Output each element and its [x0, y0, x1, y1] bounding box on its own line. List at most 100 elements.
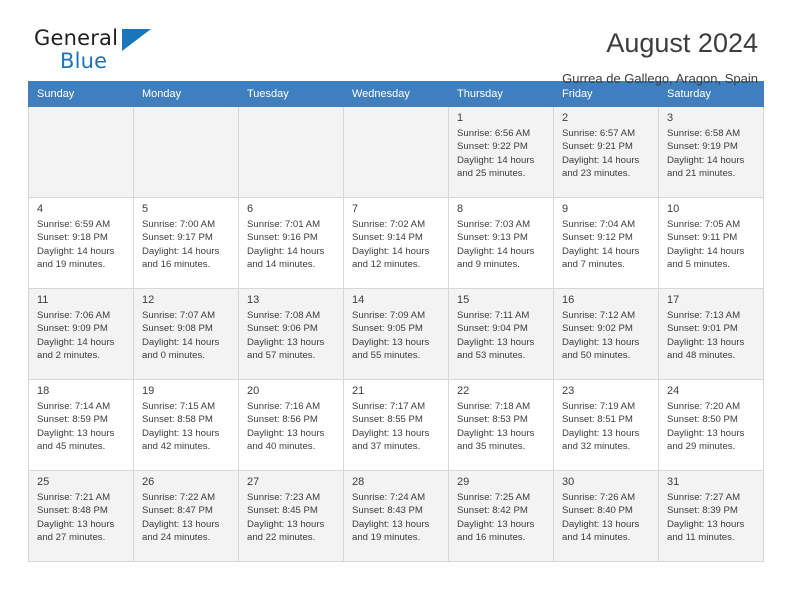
- day-detail-line: and 57 minutes.: [247, 350, 316, 362]
- day-detail-line: and 7 minutes.: [562, 259, 625, 271]
- day-cell-content: 16 Sunrise: 7:12 AM Sunset: 9:02 PM Dayligh…: [554, 289, 658, 379]
- day-detail-line: and 25 minutes.: [457, 168, 526, 180]
- calendar-day-cell[interactable]: 29 Sunrise: 7:25 AM Sunset: 8:42 PM Dayligh…: [448, 470, 554, 562]
- calendar-day-cell[interactable]: 19 Sunrise: 7:15 AM Sunset: 8:58 PM Dayligh…: [133, 379, 239, 471]
- day-sun-details: Sunrise: 7:23 AM Sunset: 8:45 PM Daylight:…: [247, 491, 336, 545]
- day-sun-details: Sunrise: 7:24 AM Sunset: 8:43 PM Daylight:…: [352, 491, 441, 545]
- weekday-header-tuesday: Tuesday: [238, 81, 344, 107]
- calendar-day-cell[interactable]: 22 Sunrise: 7:18 AM Sunset: 8:53 PM Dayligh…: [448, 379, 554, 471]
- day-sun-details: Sunrise: 7:15 AM Sunset: 8:58 PM Daylight:…: [142, 400, 231, 454]
- day-detail-line: Sunset: 8:59 PM: [37, 414, 108, 426]
- calendar-day-cell[interactable]: 18 Sunrise: 7:14 AM Sunset: 8:59 PM Dayligh…: [28, 379, 134, 471]
- day-detail-line: Daylight: 14 hours: [457, 154, 535, 166]
- day-detail-line: Sunset: 9:04 PM: [457, 323, 528, 335]
- calendar-day-cell[interactable]: 13 Sunrise: 7:08 AM Sunset: 9:06 PM Dayligh…: [238, 288, 344, 380]
- day-number: 15: [457, 294, 470, 306]
- day-sun-details: Sunrise: 7:26 AM Sunset: 8:40 PM Daylight:…: [562, 491, 651, 545]
- calendar-week-row: 18 Sunrise: 7:14 AM Sunset: 8:59 PM Dayligh…: [28, 379, 764, 471]
- day-detail-line: and 35 minutes.: [457, 441, 526, 453]
- calendar-day-cell[interactable]: 16 Sunrise: 7:12 AM Sunset: 9:02 PM Dayligh…: [553, 288, 659, 380]
- calendar-day-cell[interactable]: 26 Sunrise: 7:22 AM Sunset: 8:47 PM Dayligh…: [133, 470, 239, 562]
- calendar-day-cell[interactable]: 1 Sunrise: 6:56 AM Sunset: 9:22 PM Daylight…: [448, 106, 554, 198]
- day-number: 12: [142, 294, 155, 306]
- day-sun-details: Sunrise: 7:25 AM Sunset: 8:42 PM Daylight:…: [457, 491, 546, 545]
- calendar-day-cell[interactable]: 21 Sunrise: 7:17 AM Sunset: 8:55 PM Dayligh…: [343, 379, 449, 471]
- day-number: 8: [457, 203, 464, 215]
- day-detail-line: and 5 minutes.: [667, 259, 730, 271]
- page-header: General Blue August 2024 Gurrea de Galle…: [28, 0, 764, 86]
- day-cell-content: 25 Sunrise: 7:21 AM Sunset: 8:48 PM Dayligh…: [29, 471, 133, 561]
- day-sun-details: Sunrise: 7:13 AM Sunset: 9:01 PM Daylight:…: [667, 309, 756, 363]
- calendar-day-cell[interactable]: 7 Sunrise: 7:02 AM Sunset: 9:14 PM Daylight…: [343, 197, 449, 289]
- day-cell-content: 30 Sunrise: 7:26 AM Sunset: 8:40 PM Dayligh…: [554, 471, 658, 561]
- day-detail-line: and 23 minutes.: [562, 168, 631, 180]
- calendar-day-cell[interactable]: 11 Sunrise: 7:06 AM Sunset: 9:09 PM Dayligh…: [28, 288, 134, 380]
- day-number: 27: [247, 476, 260, 488]
- day-detail-line: Daylight: 14 hours: [667, 154, 745, 166]
- day-detail-line: Daylight: 14 hours: [142, 336, 220, 348]
- day-cell-content: 12 Sunrise: 7:07 AM Sunset: 9:08 PM Dayligh…: [134, 289, 238, 379]
- calendar-day-cell[interactable]: 27 Sunrise: 7:23 AM Sunset: 8:45 PM Dayligh…: [238, 470, 344, 562]
- day-cell-content: 29 Sunrise: 7:25 AM Sunset: 8:42 PM Dayligh…: [449, 471, 553, 561]
- day-cell-content: 18 Sunrise: 7:14 AM Sunset: 8:59 PM Dayligh…: [29, 380, 133, 470]
- day-sun-details: Sunrise: 7:20 AM Sunset: 8:50 PM Daylight:…: [667, 400, 756, 454]
- weekday-header-sunday: Sunday: [28, 81, 134, 107]
- calendar-day-cell[interactable]: 14 Sunrise: 7:09 AM Sunset: 9:05 PM Dayligh…: [343, 288, 449, 380]
- day-detail-line: and 24 minutes.: [142, 532, 211, 544]
- calendar-day-cell[interactable]: 3 Sunrise: 6:58 AM Sunset: 9:19 PM Daylight…: [658, 106, 764, 198]
- day-detail-line: Sunset: 9:12 PM: [562, 232, 633, 244]
- calendar-day-cell[interactable]: 23 Sunrise: 7:19 AM Sunset: 8:51 PM Dayligh…: [553, 379, 659, 471]
- day-number: 30: [562, 476, 575, 488]
- day-cell-content: 6 Sunrise: 7:01 AM Sunset: 9:16 PM Daylight…: [239, 198, 343, 288]
- day-detail-line: Sunrise: 7:16 AM: [247, 401, 321, 412]
- day-sun-details: Sunrise: 7:05 AM Sunset: 9:11 PM Daylight:…: [667, 218, 756, 272]
- calendar-day-cell[interactable]: 6 Sunrise: 7:01 AM Sunset: 9:16 PM Daylight…: [238, 197, 344, 289]
- calendar-day-cell[interactable]: 24 Sunrise: 7:20 AM Sunset: 8:50 PM Dayligh…: [658, 379, 764, 471]
- day-cell-content: 10 Sunrise: 7:05 AM Sunset: 9:11 PM Dayligh…: [659, 198, 763, 288]
- day-detail-line: Sunset: 9:05 PM: [352, 323, 423, 335]
- day-detail-line: Sunset: 8:43 PM: [352, 505, 423, 517]
- day-cell-content: 14 Sunrise: 7:09 AM Sunset: 9:05 PM Dayligh…: [344, 289, 448, 379]
- day-sun-details: Sunrise: 7:02 AM Sunset: 9:14 PM Daylight:…: [352, 218, 441, 272]
- day-detail-line: Sunset: 9:11 PM: [667, 232, 738, 244]
- calendar-day-cell[interactable]: 10 Sunrise: 7:05 AM Sunset: 9:11 PM Dayligh…: [658, 197, 764, 289]
- day-detail-line: and 0 minutes.: [142, 350, 205, 362]
- day-detail-line: Sunrise: 7:11 AM: [457, 310, 530, 321]
- day-detail-line: Daylight: 13 hours: [562, 518, 640, 530]
- calendar-day-cell[interactable]: 17 Sunrise: 7:13 AM Sunset: 9:01 PM Dayligh…: [658, 288, 764, 380]
- calendar-day-cell[interactable]: 5 Sunrise: 7:00 AM Sunset: 9:17 PM Daylight…: [133, 197, 239, 289]
- day-cell-content: 3 Sunrise: 6:58 AM Sunset: 9:19 PM Daylight…: [659, 107, 763, 197]
- day-detail-line: Sunrise: 7:20 AM: [667, 401, 741, 412]
- day-detail-line: Sunset: 8:48 PM: [37, 505, 108, 517]
- calendar-day-cell[interactable]: 8 Sunrise: 7:03 AM Sunset: 9:13 PM Daylight…: [448, 197, 554, 289]
- calendar-day-cell[interactable]: 30 Sunrise: 7:26 AM Sunset: 8:40 PM Dayligh…: [553, 470, 659, 562]
- day-number: 31: [667, 476, 680, 488]
- calendar-day-cell[interactable]: 15 Sunrise: 7:11 AM Sunset: 9:04 PM Dayligh…: [448, 288, 554, 380]
- day-detail-line: Daylight: 14 hours: [562, 154, 640, 166]
- day-detail-line: Sunrise: 7:27 AM: [667, 492, 741, 503]
- day-detail-line: Daylight: 13 hours: [562, 427, 640, 439]
- day-sun-details: Sunrise: 7:04 AM Sunset: 9:12 PM Daylight:…: [562, 218, 651, 272]
- day-sun-details: Sunrise: 7:03 AM Sunset: 9:13 PM Daylight:…: [457, 218, 546, 272]
- day-detail-line: Sunrise: 6:56 AM: [457, 128, 531, 139]
- day-number: 21: [352, 385, 365, 397]
- day-cell-content: 13 Sunrise: 7:08 AM Sunset: 9:06 PM Dayligh…: [239, 289, 343, 379]
- day-detail-line: and 14 minutes.: [247, 259, 316, 271]
- calendar-day-cell[interactable]: 31 Sunrise: 7:27 AM Sunset: 8:39 PM Dayligh…: [658, 470, 764, 562]
- day-sun-details: Sunrise: 7:19 AM Sunset: 8:51 PM Daylight:…: [562, 400, 651, 454]
- calendar-day-cell[interactable]: 2 Sunrise: 6:57 AM Sunset: 9:21 PM Daylight…: [553, 106, 659, 198]
- brand-logo[interactable]: General Blue: [28, 26, 154, 78]
- calendar-week-row: 1 Sunrise: 6:56 AM Sunset: 9:22 PM Daylight…: [28, 106, 764, 198]
- day-detail-line: Sunrise: 7:25 AM: [457, 492, 531, 503]
- calendar-day-cell[interactable]: 4 Sunrise: 6:59 AM Sunset: 9:18 PM Daylight…: [28, 197, 134, 289]
- day-detail-line: and 12 minutes.: [352, 259, 421, 271]
- calendar-day-cell[interactable]: 28 Sunrise: 7:24 AM Sunset: 8:43 PM Dayligh…: [343, 470, 449, 562]
- day-detail-line: Daylight: 13 hours: [562, 336, 640, 348]
- calendar-day-cell[interactable]: 25 Sunrise: 7:21 AM Sunset: 8:48 PM Dayligh…: [28, 470, 134, 562]
- day-detail-line: Sunrise: 6:58 AM: [667, 128, 741, 139]
- calendar-day-cell[interactable]: 9 Sunrise: 7:04 AM Sunset: 9:12 PM Daylight…: [553, 197, 659, 289]
- calendar-day-cell[interactable]: 12 Sunrise: 7:07 AM Sunset: 9:08 PM Dayligh…: [133, 288, 239, 380]
- calendar-day-cell[interactable]: 20 Sunrise: 7:16 AM Sunset: 8:56 PM Dayligh…: [238, 379, 344, 471]
- day-detail-line: Daylight: 13 hours: [667, 518, 745, 530]
- day-cell-content: 1 Sunrise: 6:56 AM Sunset: 9:22 PM Daylight…: [449, 107, 553, 197]
